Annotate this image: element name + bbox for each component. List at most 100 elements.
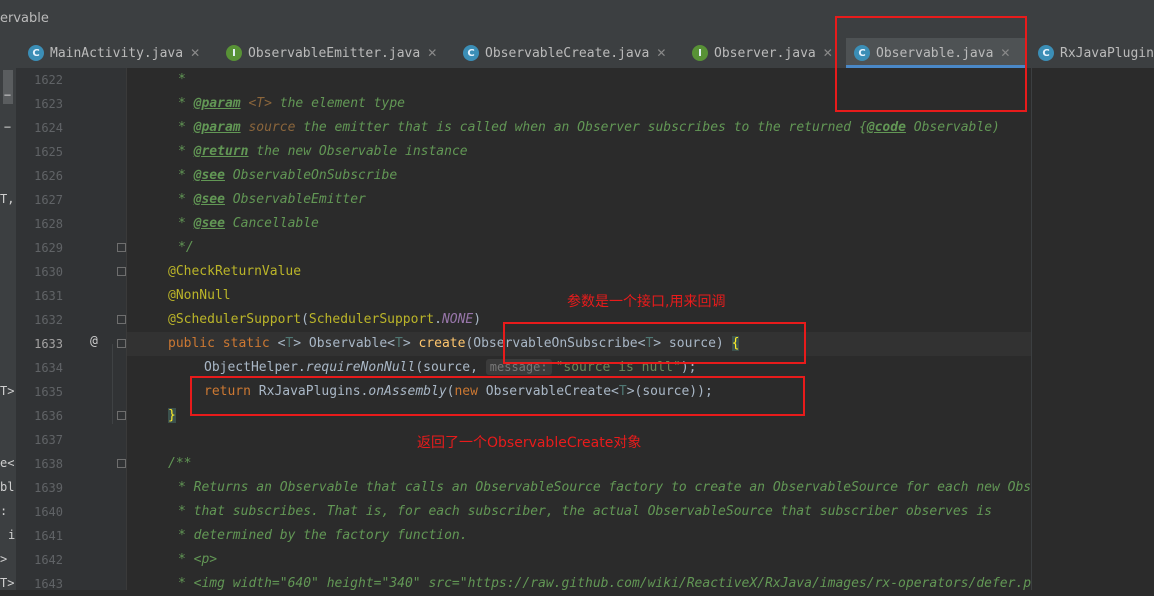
tab-label: Observer.java <box>714 45 816 61</box>
code-line-1625: * @return the new Observable instance <box>178 140 468 164</box>
indent-guide <box>112 344 113 424</box>
line-number: 1637 <box>34 433 63 447</box>
line-number: 1628 <box>34 217 63 231</box>
dot: . <box>434 312 442 327</box>
doc-tag: @see <box>193 192 225 207</box>
code-line-1622: * <box>178 72 186 87</box>
override-marker-icon[interactable]: @ <box>90 334 98 349</box>
tab-label: RxJavaPlugins <box>1060 45 1154 61</box>
line-number: 1629 <box>34 241 63 255</box>
doc-tag: @code <box>866 120 906 135</box>
doc-text: Cancellable <box>224 216 319 231</box>
class-file-icon: C <box>28 45 44 61</box>
doc-tag: @see <box>193 168 225 183</box>
annotation-name: @SchedulerSupport <box>168 312 302 327</box>
collapse-icon[interactable]: − <box>0 88 15 106</box>
annotation-note-param: 参数是一个接口,用来回调 <box>567 294 726 310</box>
generic-bracket: > <box>402 336 419 351</box>
fold-marker-icon[interactable] <box>117 315 126 324</box>
line-number-current: 1633 <box>34 337 63 351</box>
line-number: 1632 <box>34 313 63 327</box>
panel-fragment: > <box>0 552 8 566</box>
method-name: create <box>418 336 466 351</box>
line-number: 1631 <box>34 289 63 303</box>
collapse-icon[interactable]: − <box>0 120 15 138</box>
fold-marker-icon[interactable] <box>117 411 126 420</box>
paren: ) <box>473 312 482 327</box>
interface-file-icon: I <box>226 45 242 61</box>
line-number: 1643 <box>34 577 63 591</box>
doc-text: ObservableOnSubscribe <box>224 168 398 183</box>
line-number: 1625 <box>34 145 63 159</box>
tab-label: ObservableCreate.java <box>485 45 650 61</box>
line-number: 1635 <box>34 385 63 399</box>
tab-label: ObservableEmitter.java <box>248 45 421 61</box>
window-title: ervable <box>0 11 49 26</box>
doc-star: * <box>178 144 194 159</box>
class-file-icon: C <box>463 45 479 61</box>
code-line-1639: * Returns an Observable that calls an Ob… <box>178 480 1032 495</box>
brace-highlight: } <box>168 408 176 423</box>
highlight-box-active-tab <box>835 16 1027 112</box>
panel-fragment: : <box>0 504 8 518</box>
line-number: 1639 <box>34 481 63 495</box>
doc-param: <T> <box>248 96 272 111</box>
static-field: NONE <box>441 312 474 327</box>
line-number: 1626 <box>34 169 63 183</box>
highlight-box-params <box>503 322 806 364</box>
code-line-1624: * @param source the emitter that is call… <box>178 116 1000 140</box>
doc-text: the element type <box>271 96 405 111</box>
code-line-1632: @SchedulerSupport(SchedulerSupport.NONE) <box>168 308 481 332</box>
doc-tag: @return <box>193 144 249 159</box>
code-line-1640: * that subscribes. That is, for each sub… <box>178 504 992 519</box>
gutter-divider <box>126 68 127 590</box>
fold-marker-icon[interactable] <box>117 243 126 252</box>
doc-tag: @param <box>193 96 241 111</box>
code-line-1627: * @see ObservableEmitter <box>178 188 366 212</box>
doc-star: * <box>178 216 194 231</box>
code-line-1638: /** <box>168 456 192 471</box>
fold-marker-icon[interactable] <box>117 339 126 348</box>
code-line-1623: * @param <T> the element type <box>178 92 405 116</box>
close-icon[interactable]: ✕ <box>823 46 833 60</box>
doc-star: * <box>178 96 194 111</box>
line-number: 1622 <box>34 73 63 87</box>
panel-fragment: i <box>8 528 16 542</box>
line-number: 1624 <box>34 121 63 135</box>
doc-text: ObservableEmitter <box>224 192 366 207</box>
code-line-1626: * @see ObservableOnSubscribe <box>178 164 397 188</box>
code-line-1628: * @see Cancellable <box>178 212 319 236</box>
panel-fragment: T> <box>0 384 15 398</box>
doc-tag: @see <box>193 216 225 231</box>
line-number: 1641 <box>34 529 63 543</box>
code-line-1643: * <img width="640" height="340" src="htt… <box>178 576 1032 591</box>
code-line-1641: * determined by the factory function. <box>178 528 468 543</box>
tab-rxjava-plugins[interactable]: C RxJavaPlugins <box>1034 38 1154 68</box>
close-icon[interactable]: ✕ <box>190 46 200 60</box>
tab-observer[interactable]: I Observer.java ✕ <box>688 38 840 68</box>
annotation-note-return: 返回了一个ObservableCreate对象 <box>417 435 642 451</box>
generic-bracket: > <box>293 336 309 351</box>
fold-marker-icon[interactable] <box>117 459 126 468</box>
tab-label: MainActivity.java <box>50 45 184 61</box>
close-icon[interactable]: ✕ <box>427 46 437 60</box>
side-panel-strip: − − T, T> e< bl : i > T> <box>0 68 17 590</box>
right-margin-guide <box>1031 68 1032 590</box>
return-type: Observable< <box>308 336 395 351</box>
code-line-1642: * <p> <box>178 552 218 567</box>
static-method: requireNonNull <box>305 360 416 375</box>
tab-main-activity[interactable]: C MainActivity.java ✕ <box>24 38 214 68</box>
line-number: 1630 <box>34 265 63 279</box>
fold-marker-icon[interactable] <box>117 267 126 276</box>
tab-observable-create[interactable]: C ObservableCreate.java ✕ <box>459 38 681 68</box>
tab-observable-emitter[interactable]: I ObservableEmitter.java ✕ <box>222 38 452 68</box>
doc-star: * <box>178 120 194 135</box>
args: (source, <box>415 360 486 375</box>
close-icon[interactable]: ✕ <box>656 46 666 60</box>
panel-fragment: e< <box>0 456 15 470</box>
line-number: 1623 <box>34 97 63 111</box>
highlight-box-return <box>190 376 805 416</box>
type-param: T <box>394 336 403 351</box>
doc-tag: @param <box>193 120 241 135</box>
line-number: 1640 <box>34 505 63 519</box>
